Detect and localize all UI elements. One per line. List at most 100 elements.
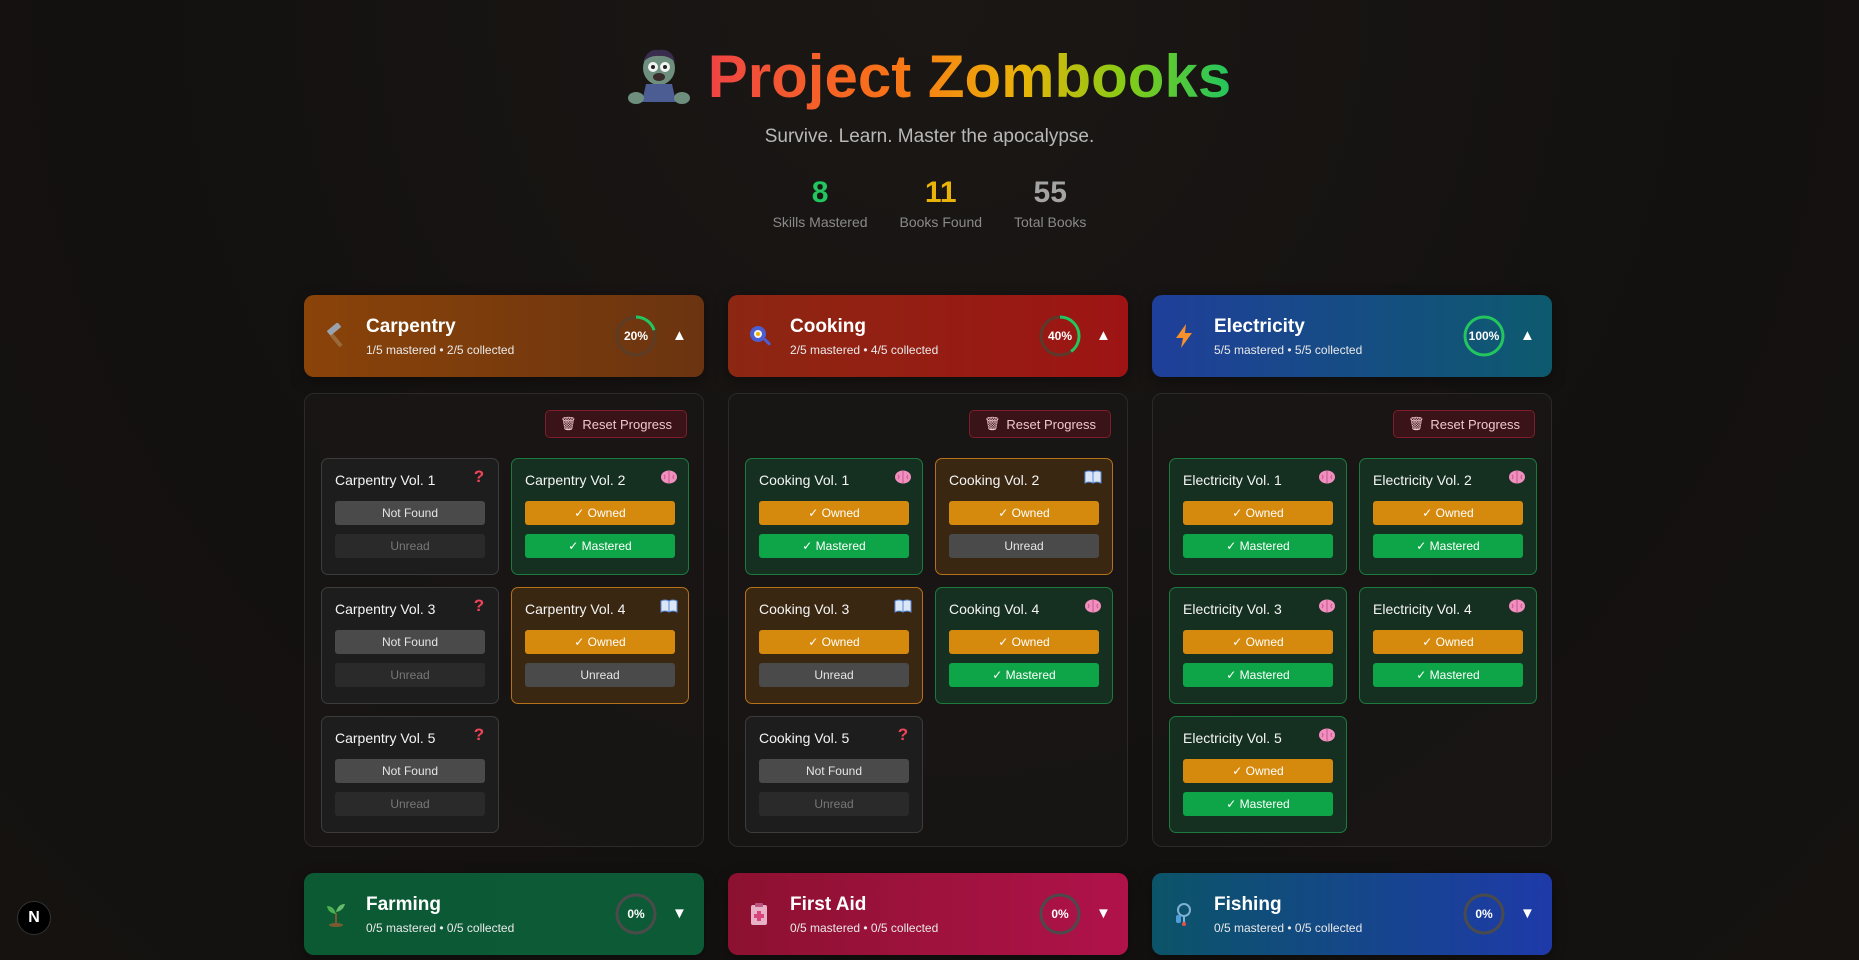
zombie-icon: [627, 46, 690, 108]
book-card[interactable]: Electricity Vol. 2 ✓ Owned ✓ Mastered: [1359, 458, 1537, 575]
progress-label: 0%: [627, 907, 645, 921]
owned-toggle[interactable]: Not Found: [335, 501, 485, 525]
book-card[interactable]: Cooking Vol. 3 ✓ Owned Unread: [745, 587, 923, 704]
reset-label: Reset Progress: [582, 416, 672, 432]
question-icon: ?: [473, 725, 485, 744]
category-name: Fishing: [1214, 893, 1282, 915]
collapse-icon[interactable]: ▲: [672, 328, 687, 343]
category-name: Electricity: [1214, 315, 1305, 337]
collapse-icon[interactable]: ▲: [1096, 328, 1111, 343]
read-toggle[interactable]: ✓ Mastered: [949, 663, 1099, 687]
read-toggle[interactable]: ✓ Mastered: [759, 534, 909, 558]
read-toggle[interactable]: ✓ Mastered: [1373, 534, 1523, 558]
owned-toggle[interactable]: ✓ Owned: [949, 501, 1099, 525]
read-toggle[interactable]: ✓ Mastered: [525, 534, 675, 558]
book-card[interactable]: Carpentry Vol. 5 ? Not Found Unread: [321, 716, 499, 833]
book-card[interactable]: Electricity Vol. 5 ✓ Owned ✓ Mastered: [1169, 716, 1347, 833]
owned-toggle[interactable]: ✓ Owned: [525, 630, 675, 654]
read-toggle[interactable]: Unread: [335, 534, 485, 558]
book-title: Cooking Vol. 2: [949, 472, 1040, 488]
category-summary: 2/5 mastered • 4/5 collected: [790, 342, 939, 357]
book-title: Electricity Vol. 3: [1183, 601, 1282, 617]
owned-toggle[interactable]: ✓ Owned: [525, 501, 675, 525]
owned-toggle[interactable]: ✓ Owned: [1183, 630, 1333, 654]
book-card[interactable]: Electricity Vol. 4 ✓ Owned ✓ Mastered: [1359, 587, 1537, 704]
brain-icon: [1317, 725, 1337, 745]
nextjs-dev-badge[interactable]: N: [17, 901, 51, 935]
owned-toggle[interactable]: Not Found: [759, 759, 909, 783]
progress-ring: 0%: [1038, 892, 1082, 936]
brain-icon: [1083, 596, 1103, 616]
page-subtitle: Survive. Learn. Master the apocalypse.: [764, 126, 1095, 147]
category-name: First Aid: [790, 893, 867, 915]
read-toggle[interactable]: ✓ Mastered: [1183, 663, 1333, 687]
category-header-farming[interactable]: Farming 0/5 mastered • 0/5 collected 0% …: [304, 873, 704, 955]
owned-toggle[interactable]: Not Found: [335, 630, 485, 654]
category-header-carpentry[interactable]: Carpentry 1/5 mastered • 2/5 collected 2…: [304, 295, 704, 377]
category-summary: 0/5 mastered • 0/5 collected: [790, 920, 939, 935]
collapse-icon[interactable]: ▲: [1520, 328, 1535, 343]
hammer-icon: [322, 322, 350, 350]
category-column-farming: Farming 0/5 mastered • 0/5 collected 0% …: [304, 873, 704, 955]
expand-icon[interactable]: ▼: [1096, 906, 1111, 921]
fishing-icon: [1170, 900, 1198, 928]
progress-label: 100%: [1468, 329, 1500, 343]
reset-label: Reset Progress: [1006, 416, 1096, 432]
brain-icon: [893, 467, 913, 487]
book-card[interactable]: Carpentry Vol. 2 ✓ Owned ✓ Mastered: [511, 458, 689, 575]
progress-ring: 100%: [1462, 314, 1506, 358]
category-header-fishing[interactable]: Fishing 0/5 mastered • 0/5 collected 0% …: [1152, 873, 1552, 955]
category-header-first-aid[interactable]: First Aid 0/5 mastered • 0/5 collected 0…: [728, 873, 1128, 955]
book-title: Carpentry Vol. 5: [335, 730, 436, 746]
expand-icon[interactable]: ▼: [1520, 906, 1535, 921]
book-card[interactable]: Cooking Vol. 1 ✓ Owned ✓ Mastered: [745, 458, 923, 575]
reset-progress-button[interactable]: 🗑 Reset Progress: [544, 410, 687, 438]
book-card[interactable]: Cooking Vol. 5 ? Not Found Unread: [745, 716, 923, 833]
question-icon: ?: [473, 467, 485, 486]
progress-ring: 0%: [1462, 892, 1506, 936]
owned-toggle[interactable]: ✓ Owned: [1183, 759, 1333, 783]
book-grid: Electricity Vol. 1 ✓ Owned ✓ Mastered El…: [1169, 458, 1537, 833]
category-name: Carpentry: [366, 315, 456, 337]
book-card[interactable]: Carpentry Vol. 3 ? Not Found Unread: [321, 587, 499, 704]
owned-toggle[interactable]: ✓ Owned: [1373, 501, 1523, 525]
read-toggle[interactable]: Unread: [335, 663, 485, 687]
brain-icon: [659, 467, 679, 487]
frying-pan-icon: [746, 322, 774, 350]
book-card[interactable]: Electricity Vol. 1 ✓ Owned ✓ Mastered: [1169, 458, 1347, 575]
category-header-cooking[interactable]: Cooking 2/5 mastered • 4/5 collected 40%…: [728, 295, 1128, 377]
expand-icon[interactable]: ▼: [672, 906, 687, 921]
owned-toggle[interactable]: ✓ Owned: [759, 501, 909, 525]
read-toggle[interactable]: Unread: [335, 792, 485, 816]
read-toggle[interactable]: ✓ Mastered: [1183, 534, 1333, 558]
read-toggle[interactable]: ✓ Mastered: [1183, 792, 1333, 816]
brain-icon: [1507, 596, 1527, 616]
book-card[interactable]: Electricity Vol. 3 ✓ Owned ✓ Mastered: [1169, 587, 1347, 704]
read-toggle[interactable]: Unread: [949, 534, 1099, 558]
book-card[interactable]: Cooking Vol. 2 ✓ Owned Unread: [935, 458, 1113, 575]
stat-value: 11: [924, 176, 957, 209]
read-toggle[interactable]: Unread: [525, 663, 675, 687]
owned-toggle[interactable]: Not Found: [335, 759, 485, 783]
book-title: Cooking Vol. 5: [759, 730, 850, 746]
owned-toggle[interactable]: ✓ Owned: [759, 630, 909, 654]
read-toggle[interactable]: Unread: [759, 792, 909, 816]
category-header-electricity[interactable]: Electricity 5/5 mastered • 5/5 collected…: [1152, 295, 1552, 377]
category-panel-carpentry: 🗑 Reset Progress Carpentry Vol. 1 ? Not …: [304, 393, 704, 847]
book-title: Cooking Vol. 4: [949, 601, 1040, 617]
read-toggle[interactable]: ✓ Mastered: [1373, 663, 1523, 687]
category-column-electricity: Electricity 5/5 mastered • 5/5 collected…: [1152, 295, 1552, 847]
book-card[interactable]: Cooking Vol. 4 ✓ Owned ✓ Mastered: [935, 587, 1113, 704]
stat-label: Books Found: [899, 214, 983, 230]
read-toggle[interactable]: Unread: [759, 663, 909, 687]
owned-toggle[interactable]: ✓ Owned: [949, 630, 1099, 654]
owned-toggle[interactable]: ✓ Owned: [1373, 630, 1523, 654]
book-card[interactable]: Carpentry Vol. 1 ? Not Found Unread: [321, 458, 499, 575]
book-grid: Carpentry Vol. 1 ? Not Found Unread Carp…: [321, 458, 689, 833]
book-title: Cooking Vol. 3: [759, 601, 850, 617]
reset-progress-button[interactable]: 🗑 Reset Progress: [1392, 410, 1535, 438]
reset-progress-button[interactable]: 🗑 Reset Progress: [968, 410, 1111, 438]
book-card[interactable]: Carpentry Vol. 4 ✓ Owned Unread: [511, 587, 689, 704]
category-summary: 5/5 mastered • 5/5 collected: [1214, 342, 1363, 357]
owned-toggle[interactable]: ✓ Owned: [1183, 501, 1333, 525]
